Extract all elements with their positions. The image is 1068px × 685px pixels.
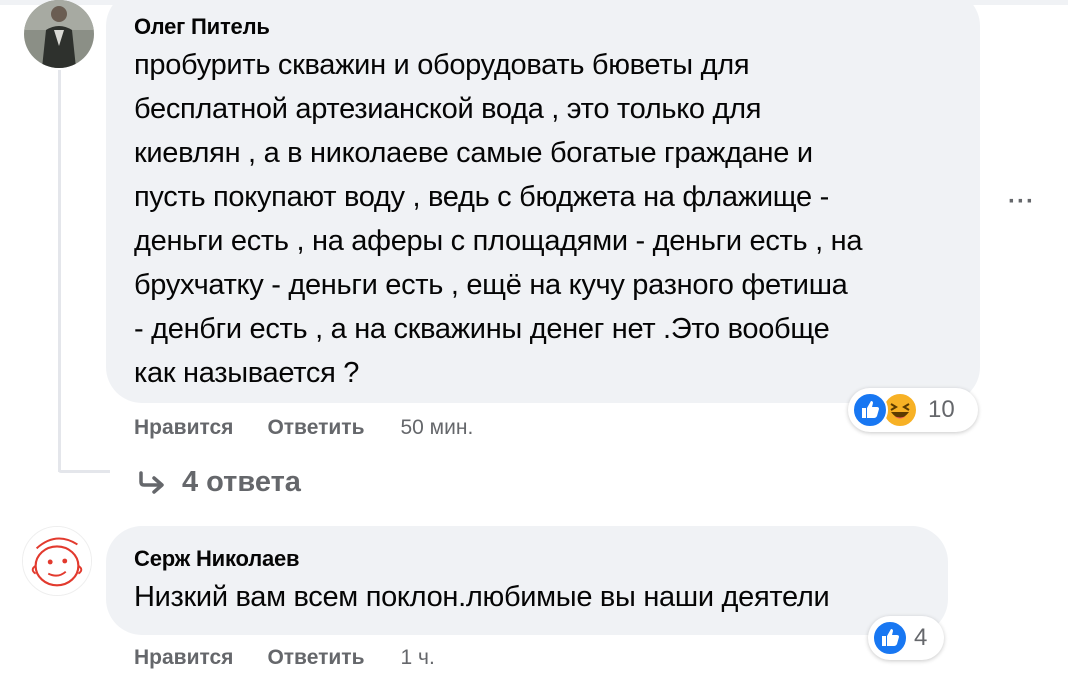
comment-line: бесплатной артезианской вода , это тольк… [134,93,762,125]
like-icon [852,392,888,428]
reaction-count: 4 [914,624,928,651]
comment-line: деньги есть , на аферы с площадями - ден… [134,225,863,257]
reaction-summary[interactable]: 4 [868,616,944,660]
comment-bubble: Олег Питель пробурить скважин и оборудов… [106,0,980,403]
comment-line: брухчатку - деньги есть , ещё на кучу ра… [134,269,848,301]
avatar[interactable] [22,526,92,596]
comment-text: Низкий вам всем поклон.любимые вы наши д… [134,575,948,619]
comment-bubble: Серж Николаев Низкий вам всем поклон.люб… [106,526,948,635]
like-button[interactable]: Нравится [134,646,233,670]
doodle-face-icon [23,527,91,595]
comment-actions: Нравится Ответить 50 мин. [134,416,473,440]
comment-timestamp[interactable]: 50 мин. [400,416,473,440]
comment-line: пробурить скважин и оборудовать бюветы д… [134,49,750,81]
thread-line [58,70,61,472]
comment-line: - денбги есть , а на скважины денег нет … [134,313,830,345]
like-icon [872,620,908,656]
reaction-count: 10 [928,396,955,423]
view-replies-link[interactable]: 4 ответа [138,466,301,499]
reply-button[interactable]: Ответить [267,416,364,440]
comment-line: киевлян , а в николаеве самые богатые гр… [134,137,813,169]
reaction-summary[interactable]: 10 [848,388,978,432]
comment-timestamp[interactable]: 1 ч. [400,646,434,670]
comment-actions: Нравится Ответить 1 ч. [134,646,435,670]
comment-author[interactable]: Серж Николаев [134,546,948,572]
like-button[interactable]: Нравится [134,416,233,440]
comment-line: Низкий вам всем поклон.любимые вы наши д… [134,581,830,613]
comment-text: пробурить скважин и оборудовать бюветы д… [134,43,980,395]
reply-arrow-icon [139,470,164,494]
user-photo-icon [24,0,94,68]
replies-label: 4 ответа [182,466,301,498]
avatar[interactable] [24,0,94,68]
thread-connector [58,470,110,473]
comment-author[interactable]: Олег Питель [134,14,980,40]
reply-button[interactable]: Ответить [267,646,364,670]
more-options-button[interactable]: ··· [1008,188,1035,216]
comment-line: как называется ? [134,357,360,389]
comment-line: пусть покупают воду , ведь с бюджета на … [134,181,829,213]
